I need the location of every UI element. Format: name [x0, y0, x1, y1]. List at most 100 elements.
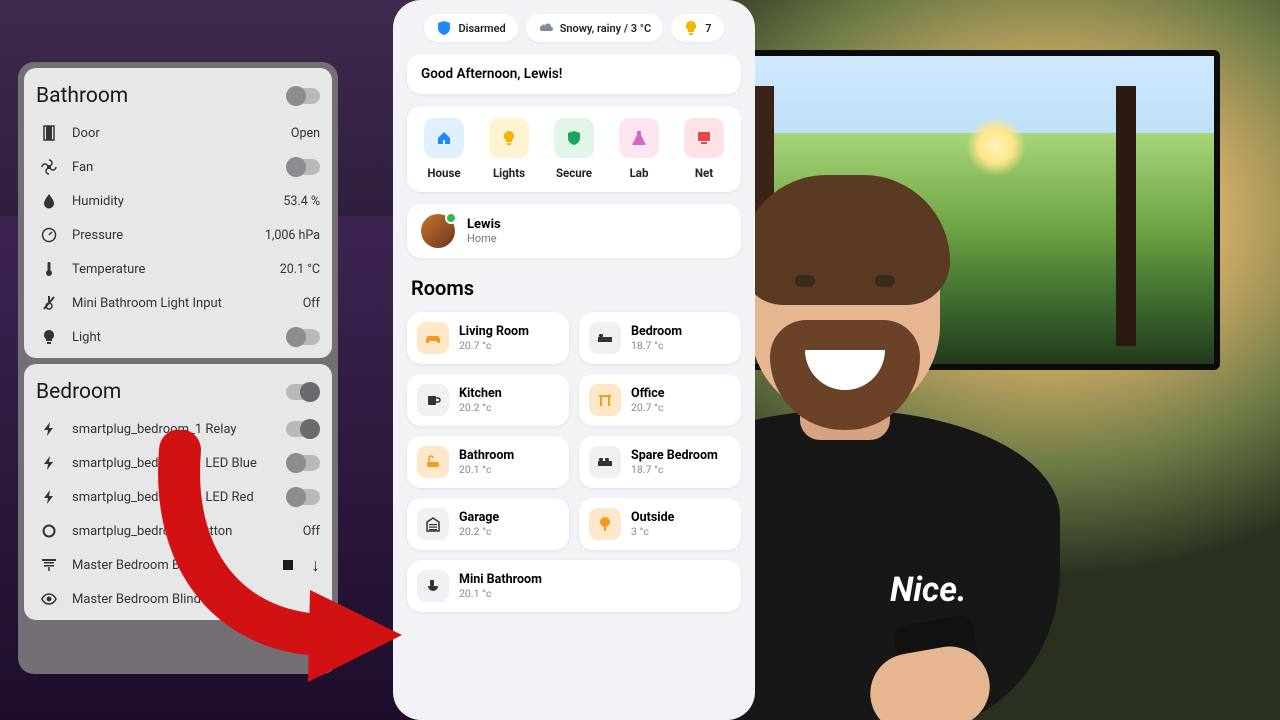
- entity-row[interactable]: smartplug_bedroom_1 Relay: [36, 412, 320, 446]
- room-temp: 3 °c: [631, 525, 674, 538]
- door-icon: [36, 125, 62, 141]
- user-presence-card[interactable]: Lewis Home: [407, 204, 741, 258]
- quick-actions-card: House Lights Secure Lab Net: [407, 106, 741, 192]
- sensor-value: Off: [303, 296, 320, 311]
- weather-icon: [538, 20, 554, 36]
- quick-action-label: Lights: [493, 166, 525, 180]
- card-title: Bedroom: [36, 380, 121, 404]
- room-temp: 20.1 °c: [459, 587, 542, 600]
- room-card[interactable]: Garage 20.2 °c: [407, 498, 569, 550]
- circle-icon: [36, 523, 62, 539]
- home-icon: [436, 130, 452, 146]
- legacy-dashboard-panel: Bathroom Door Open Fan Humidity 53.4 % P…: [18, 62, 338, 674]
- status-chip[interactable]: Disarmed: [424, 14, 517, 42]
- quick-action[interactable]: Lights: [480, 118, 538, 180]
- entity-label: Master Bedroom Blind: [62, 558, 283, 573]
- entity-label: Fan: [62, 160, 286, 175]
- entity-row[interactable]: Temperature 20.1 °C: [36, 252, 320, 286]
- toggle[interactable]: [286, 421, 320, 437]
- gauge-icon: [36, 227, 62, 243]
- bath-icon: [425, 454, 441, 470]
- entity-row[interactable]: Mini Bathroom Light Input Off: [36, 286, 320, 320]
- room-name: Bedroom: [631, 324, 682, 339]
- room-name: Living Room: [459, 324, 529, 339]
- desk-icon: [597, 392, 613, 408]
- entity-row[interactable]: Light: [36, 320, 320, 354]
- tree-icon: [597, 516, 613, 532]
- room-card[interactable]: Outside 3 °c: [579, 498, 741, 550]
- room-card[interactable]: Mini Bathroom 20.1 °c: [407, 560, 741, 612]
- shirt-text: Nice.: [890, 570, 967, 610]
- desktop-icon: [696, 130, 712, 146]
- bolt-icon: [36, 489, 62, 505]
- sofa-icon: [425, 330, 441, 346]
- room-card[interactable]: Office 20.7 °c: [579, 374, 741, 426]
- card-master-toggle[interactable]: [286, 88, 320, 104]
- room-card[interactable]: Bedroom 18.7 °c: [579, 312, 741, 364]
- entity-row[interactable]: smartplug_bedroom_1 LED Blue: [36, 446, 320, 480]
- entity-row[interactable]: Door Open: [36, 116, 320, 150]
- status-chip[interactable]: 7: [671, 14, 723, 42]
- status-chip-row: Disarmed Snowy, rainy / 3 °C 7: [407, 14, 741, 42]
- entity-row[interactable]: smartplug_bedroom_1 LED Red: [36, 480, 320, 514]
- toilet-icon: [425, 578, 441, 594]
- room-temp: 20.2 °c: [459, 525, 499, 538]
- room-card[interactable]: Bathroom 20.1 °c: [407, 436, 569, 488]
- entity-row[interactable]: Master Bedroom Blind Position: [36, 582, 320, 616]
- entity-label: Pressure: [62, 228, 265, 243]
- quick-action[interactable]: Secure: [545, 118, 603, 180]
- bolt-icon: [36, 455, 62, 471]
- presence-dot-icon: [445, 212, 457, 224]
- mug-icon: [425, 392, 441, 408]
- humidity-icon: [36, 193, 62, 209]
- entity-label: Door: [62, 126, 291, 141]
- room-name: Kitchen: [459, 386, 502, 401]
- modern-dashboard-panel: Disarmed Snowy, rainy / 3 °C 7 Good Afte…: [393, 0, 755, 720]
- quick-action[interactable]: Lab: [610, 118, 668, 180]
- greeting-card: Good Afternoon, Lewis!: [407, 54, 741, 94]
- entity-row[interactable]: Humidity 53.4 %: [36, 184, 320, 218]
- entity-label: Light: [62, 330, 286, 345]
- room-name: Office: [631, 386, 665, 401]
- entity-row[interactable]: Master Bedroom Blind ↓: [36, 548, 320, 582]
- blind-stop-button[interactable]: [283, 560, 293, 570]
- user-name: Lewis: [467, 217, 501, 232]
- room-name: Spare Bedroom: [631, 448, 718, 463]
- entity-label: Mini Bathroom Light Input: [62, 296, 303, 311]
- blind-icon: [36, 557, 62, 573]
- entity-label: smartplug_bedroom_1 LED Red: [62, 490, 286, 505]
- quick-action[interactable]: House: [415, 118, 473, 180]
- quick-action-label: Net: [695, 166, 713, 180]
- toggle[interactable]: [286, 329, 320, 345]
- toggle[interactable]: [286, 159, 320, 175]
- room-temp: 18.7 °c: [631, 463, 718, 476]
- rooms-grid: Living Room 20.7 °c Bedroom 18.7 °c Kitc…: [407, 312, 741, 612]
- room-card[interactable]: Kitchen 20.2 °c: [407, 374, 569, 426]
- entity-row[interactable]: Pressure 1,006 hPa: [36, 218, 320, 252]
- card-master-toggle[interactable]: [286, 384, 320, 400]
- room-temp: 20.2 °c: [459, 401, 502, 414]
- room-name: Garage: [459, 510, 499, 525]
- quick-action[interactable]: Net: [675, 118, 733, 180]
- chip-label: Disarmed: [458, 22, 505, 35]
- rooms-section-title: Rooms: [411, 276, 737, 300]
- room-card[interactable]: Spare Bedroom 18.7 °c: [579, 436, 741, 488]
- thermometer-icon: [36, 261, 62, 277]
- sensor-value: 1,006 hPa: [265, 228, 320, 243]
- fan-icon: [36, 159, 62, 175]
- quick-action-label: Secure: [556, 166, 592, 180]
- quick-action-label: House: [427, 166, 460, 180]
- entity-row[interactable]: Fan: [36, 150, 320, 184]
- entity-row[interactable]: smartplug_bedroom_button Off: [36, 514, 320, 548]
- room-temp: 20.7 °c: [459, 339, 529, 352]
- room-card[interactable]: Living Room 20.7 °c: [407, 312, 569, 364]
- bulb-icon: [501, 130, 517, 146]
- toggle[interactable]: [286, 455, 320, 471]
- room-temp: 20.7 °c: [631, 401, 665, 414]
- status-chip[interactable]: Snowy, rainy / 3 °C: [526, 14, 664, 42]
- toggle[interactable]: [286, 489, 320, 505]
- room-temp: 20.1 °c: [459, 463, 514, 476]
- blind-down-button[interactable]: ↓: [311, 555, 320, 576]
- room-name: Mini Bathroom: [459, 572, 542, 587]
- shield-icon: [566, 130, 582, 146]
